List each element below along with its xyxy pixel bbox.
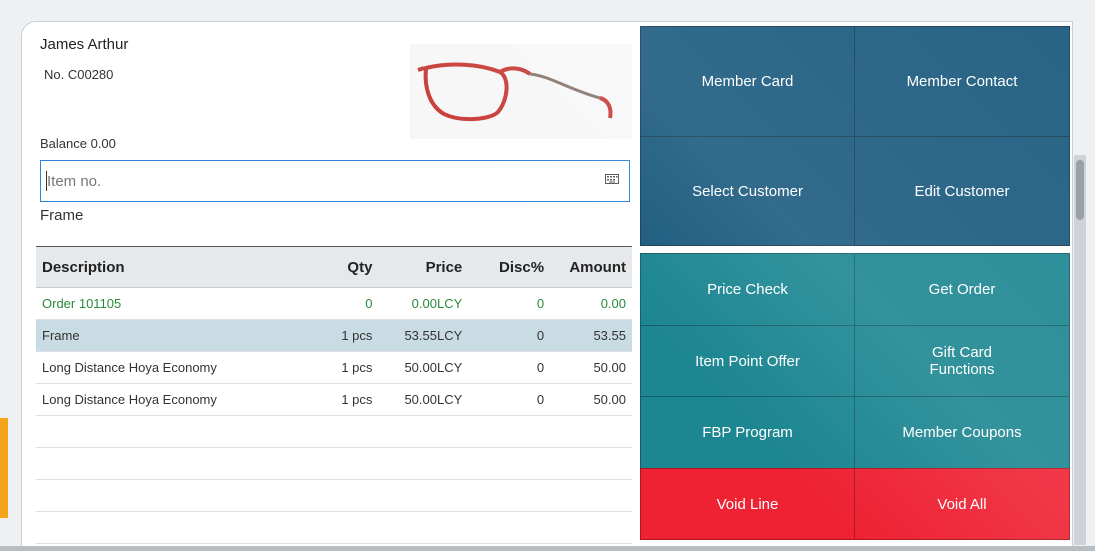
col-price[interactable]: Price (378, 246, 469, 288)
customer-balance: Balance 0.00 (40, 136, 116, 151)
table-row[interactable]: Frame 1 pcs 53.55LCY 0 53.55 (36, 319, 632, 352)
col-qty[interactable]: Qty (316, 246, 379, 288)
member-card-button[interactable]: Member Card (640, 26, 855, 137)
table-row[interactable]: Order 101105 0 0.00LCY 0 0.00 (36, 287, 632, 320)
empty-row (36, 415, 632, 448)
item-point-offer-button[interactable]: Item Point Offer (640, 325, 855, 397)
row-disc: 0 (468, 351, 551, 384)
row-price: 0.00LCY (378, 287, 469, 320)
price-check-button[interactable]: Price Check (640, 253, 855, 326)
row-price: 50.00LCY (378, 383, 469, 416)
eyeglasses-icon (417, 62, 613, 121)
row-qty: 1 pcs (316, 319, 379, 352)
row-price: 50.00LCY (378, 351, 469, 384)
row-disc: 0 (468, 319, 551, 352)
void-line-button[interactable]: Void Line (640, 468, 855, 540)
item-category-label: Frame (40, 207, 84, 224)
bottom-edge (0, 546, 1095, 551)
row-amount: 0.00 (550, 287, 632, 320)
row-qty: 1 pcs (316, 383, 379, 416)
row-qty: 1 pcs (316, 351, 379, 384)
left-accent (0, 418, 8, 518)
keyboard-icon[interactable] (605, 174, 619, 184)
col-description[interactable]: Description (36, 246, 317, 288)
row-qty: 0 (316, 287, 379, 320)
gift-card-functions-button[interactable]: Gift Card Functions (854, 325, 1070, 397)
select-customer-button[interactable]: Select Customer (640, 136, 855, 246)
table-header-row: Description Qty Price Disc% Amount (36, 246, 632, 288)
customer-number: No. C00280 (44, 67, 114, 82)
customer-name: James Arthur (40, 36, 129, 53)
scrollbar-thumb[interactable] (1076, 160, 1084, 220)
row-disc: 0 (468, 287, 551, 320)
row-amount: 53.55 (550, 319, 632, 352)
edit-customer-button[interactable]: Edit Customer (854, 136, 1070, 246)
get-order-button[interactable]: Get Order (854, 253, 1070, 326)
member-contact-button[interactable]: Member Contact (854, 26, 1070, 137)
item-number-input[interactable] (41, 161, 589, 201)
row-description: Long Distance Hoya Economy (36, 351, 317, 384)
empty-row (36, 447, 632, 480)
product-image (410, 44, 632, 139)
table-row[interactable]: Long Distance Hoya Economy 1 pcs 50.00LC… (36, 383, 632, 416)
sales-lines-table: Description Qty Price Disc% Amount Order… (36, 246, 632, 544)
text-caret (46, 171, 47, 191)
fbp-program-button[interactable]: FBP Program (640, 396, 855, 469)
table-row[interactable]: Long Distance Hoya Economy 1 pcs 50.00LC… (36, 351, 632, 384)
vertical-scrollbar[interactable] (1074, 155, 1086, 545)
empty-row (36, 511, 632, 544)
col-amount[interactable]: Amount (550, 246, 632, 288)
row-amount: 50.00 (550, 351, 632, 384)
member-coupons-button[interactable]: Member Coupons (854, 396, 1070, 469)
void-all-button[interactable]: Void All (854, 468, 1070, 540)
pos-panel: James Arthur No. C00280 Balance 0.00 Fra… (22, 22, 1072, 551)
row-description: Long Distance Hoya Economy (36, 383, 317, 416)
row-price: 53.55LCY (378, 319, 469, 352)
empty-row (36, 479, 632, 512)
row-description: Frame (36, 319, 317, 352)
row-description: Order 101105 (36, 287, 317, 320)
col-disc[interactable]: Disc% (468, 246, 551, 288)
row-disc: 0 (468, 383, 551, 416)
row-amount: 50.00 (550, 383, 632, 416)
item-number-field[interactable] (40, 160, 630, 202)
